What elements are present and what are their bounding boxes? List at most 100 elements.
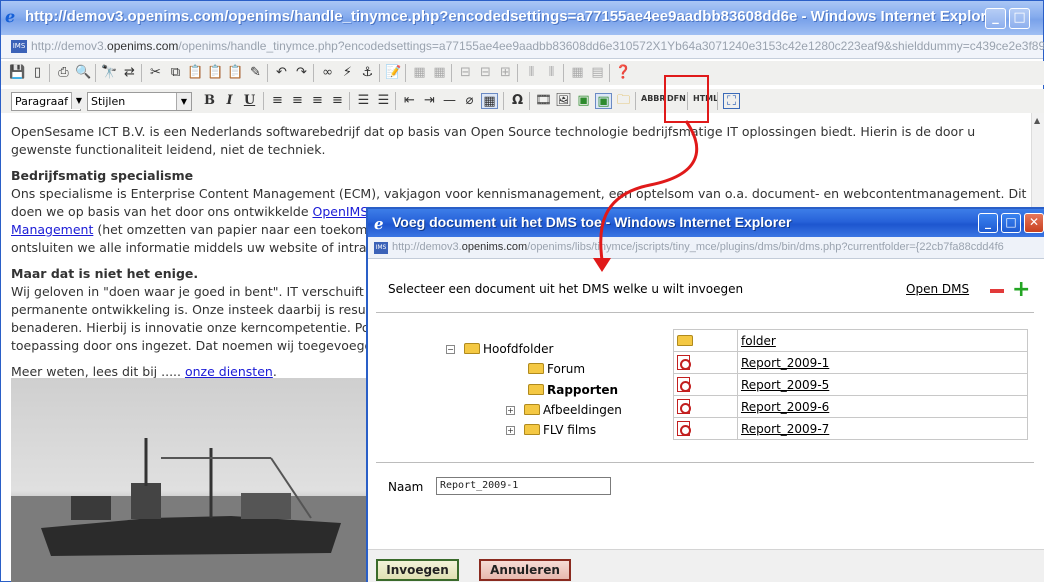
charmap-icon[interactable]: Ω [509, 93, 526, 109]
print-icon[interactable]: ⎙ [55, 65, 72, 81]
cell-props-icon[interactable]: ⊟ [477, 65, 494, 81]
anchor-icon[interactable]: ⚓ [359, 65, 376, 81]
split-icon[interactable]: ▤ [589, 65, 606, 81]
col-delete-icon[interactable]: ⫴ [543, 65, 560, 81]
cleanup-icon[interactable]: ✎ [247, 65, 264, 81]
tree-root-folder[interactable]: Hoofdfolder [464, 342, 553, 356]
italic-icon[interactable]: I [221, 93, 238, 109]
save-icon[interactable]: 💾 [9, 65, 26, 81]
fullscreen-icon[interactable]: ⛶ [723, 93, 740, 109]
tree-expand-icon[interactable]: + [506, 426, 515, 435]
file-link[interactable]: Report_2009-1 [741, 356, 829, 370]
row-props-icon[interactable]: ⊟ [457, 65, 474, 81]
minimize-button[interactable]: _ [985, 8, 1006, 29]
merge-icon[interactable]: ▦ [569, 65, 586, 81]
new-document-icon[interactable]: ▯ [29, 65, 46, 81]
undo-icon[interactable]: ↶ [273, 65, 290, 81]
cut-icon[interactable]: ✂ [147, 65, 164, 81]
onze-diensten-link[interactable]: onze diensten [185, 364, 273, 379]
edit-icon[interactable]: 📝 [385, 65, 402, 81]
help-icon[interactable]: ❓ [615, 65, 632, 81]
openims-link[interactable]: OpenIMS [312, 204, 368, 219]
open-dms-link[interactable]: Open DMS [906, 282, 969, 296]
image-icon[interactable]: 🖼 [555, 93, 572, 109]
paragraph-enige-2: permanente ontwikkeling is. Onze insteek… [11, 302, 370, 317]
minus-icon[interactable] [990, 289, 1004, 293]
align-center-icon[interactable]: ≡ [289, 93, 306, 109]
content-photo[interactable] [11, 378, 371, 582]
file-row[interactable]: Report_2009-5 [673, 373, 1028, 396]
file-row[interactable]: folder [673, 329, 1028, 352]
copy-icon[interactable]: ⧉ [167, 65, 184, 81]
toolbar-separator [405, 64, 406, 82]
file-link[interactable]: Report_2009-5 [741, 378, 829, 392]
cancel-button[interactable]: Annuleren [479, 559, 571, 581]
file-row[interactable]: Report_2009-6 [673, 395, 1028, 418]
insert-document-dms-icon[interactable]: ▣ [595, 93, 612, 109]
outdent-icon[interactable]: ⇤ [401, 93, 418, 109]
tree-folder-flv-films[interactable]: FLV films [524, 423, 596, 437]
horizontal-rule-icon[interactable]: — [441, 93, 458, 109]
media-icon[interactable]: 🎞 [535, 93, 552, 109]
unlink-icon[interactable]: ⚡ [339, 65, 356, 81]
popup-address-url[interactable]: http://demov3.openims.com/openims/libs/t… [392, 241, 1004, 253]
toolbar-separator [141, 64, 142, 82]
toolbar-separator [451, 64, 452, 82]
paste-text-icon[interactable]: 📋 [207, 65, 224, 81]
format-select-arrow[interactable]: ▼ [71, 92, 103, 111]
maximize-button[interactable]: □ [1009, 8, 1030, 29]
popup-button-bar: Invoegen Annuleren [368, 549, 1044, 582]
toolbar-separator [263, 92, 264, 110]
file-link[interactable]: Report_2009-7 [741, 422, 829, 436]
address-bar[interactable]: IMS http://demov3.openims.com/openims/ha… [1, 35, 1044, 59]
address-url[interactable]: http://demov3.openims.com/openims/handle… [31, 39, 1044, 53]
table-props-icon[interactable]: ▦ [431, 65, 448, 81]
row-insert-icon[interactable]: ⊞ [497, 65, 514, 81]
tree-expand-icon[interactable]: + [506, 406, 515, 415]
paste-icon[interactable]: 📋 [187, 65, 204, 81]
heading-niet-het-enige: Maar dat is niet het enige. [11, 266, 199, 281]
plus-icon[interactable]: + [1012, 279, 1030, 301]
file-row[interactable]: Report_2009-7 [673, 417, 1028, 440]
popup-close-button[interactable]: ✕ [1024, 213, 1044, 233]
bold-icon[interactable]: B [201, 93, 218, 109]
management-link[interactable]: Management [11, 222, 93, 237]
redo-icon[interactable]: ↷ [293, 65, 310, 81]
bullet-list-icon[interactable]: ☰ [355, 93, 372, 109]
heading-specialisme: Bedrijfsmatig specialisme [11, 168, 194, 183]
col-insert-icon[interactable]: ⫴ [523, 65, 540, 81]
find-icon[interactable]: 🔭 [101, 65, 118, 81]
tree-collapse-icon[interactable]: − [446, 345, 455, 354]
insert-image-dms-icon[interactable]: ▣ [575, 93, 592, 109]
numbered-list-icon[interactable]: ☰ [375, 93, 392, 109]
preview-icon[interactable]: 🔍 [75, 65, 92, 81]
indent-icon[interactable]: ⇥ [421, 93, 438, 109]
align-left-icon[interactable]: ≡ [269, 93, 286, 109]
visual-aid-icon[interactable]: ▦ [481, 93, 498, 109]
popup-title: Voeg document uit het DMS toe - Windows … [392, 214, 792, 230]
insert-button[interactable]: Invoegen [376, 559, 459, 581]
popup-maximize-button[interactable]: □ [1001, 213, 1021, 233]
file-row[interactable]: Report_2009-1 [673, 351, 1028, 374]
folder-icon[interactable]: 🗀 [615, 93, 632, 109]
table-icon[interactable]: ▦ [411, 65, 428, 81]
align-right-icon[interactable]: ≡ [309, 93, 326, 109]
tree-folder-forum[interactable]: Forum [528, 362, 585, 376]
name-input[interactable]: Report_2009-1 [436, 477, 611, 495]
link-icon[interactable]: ∞ [319, 65, 336, 81]
paste-word-icon[interactable]: 📋 [227, 65, 244, 81]
tree-folder-afbeeldingen[interactable]: Afbeeldingen [524, 403, 622, 417]
popup-minimize-button[interactable]: _ [978, 213, 998, 233]
toolbar-separator [379, 64, 380, 82]
file-link[interactable]: Report_2009-6 [741, 400, 829, 414]
underline-icon[interactable]: U [241, 93, 258, 109]
tree-folder-rapporten[interactable]: Rapporten [528, 383, 618, 397]
align-justify-icon[interactable]: ≡ [329, 93, 346, 109]
toolbar-separator [563, 64, 564, 82]
scroll-up-icon[interactable]: ▲ [1034, 116, 1040, 125]
popup-address-bar[interactable]: IMS http://demov3.openims.com/openims/li… [368, 237, 1044, 259]
file-link[interactable]: folder [741, 334, 776, 348]
replace-icon[interactable]: ⇄ [121, 65, 138, 81]
abbr-button[interactable]: ABBR [641, 94, 666, 103]
eraser-icon[interactable]: ⌀ [461, 93, 478, 109]
